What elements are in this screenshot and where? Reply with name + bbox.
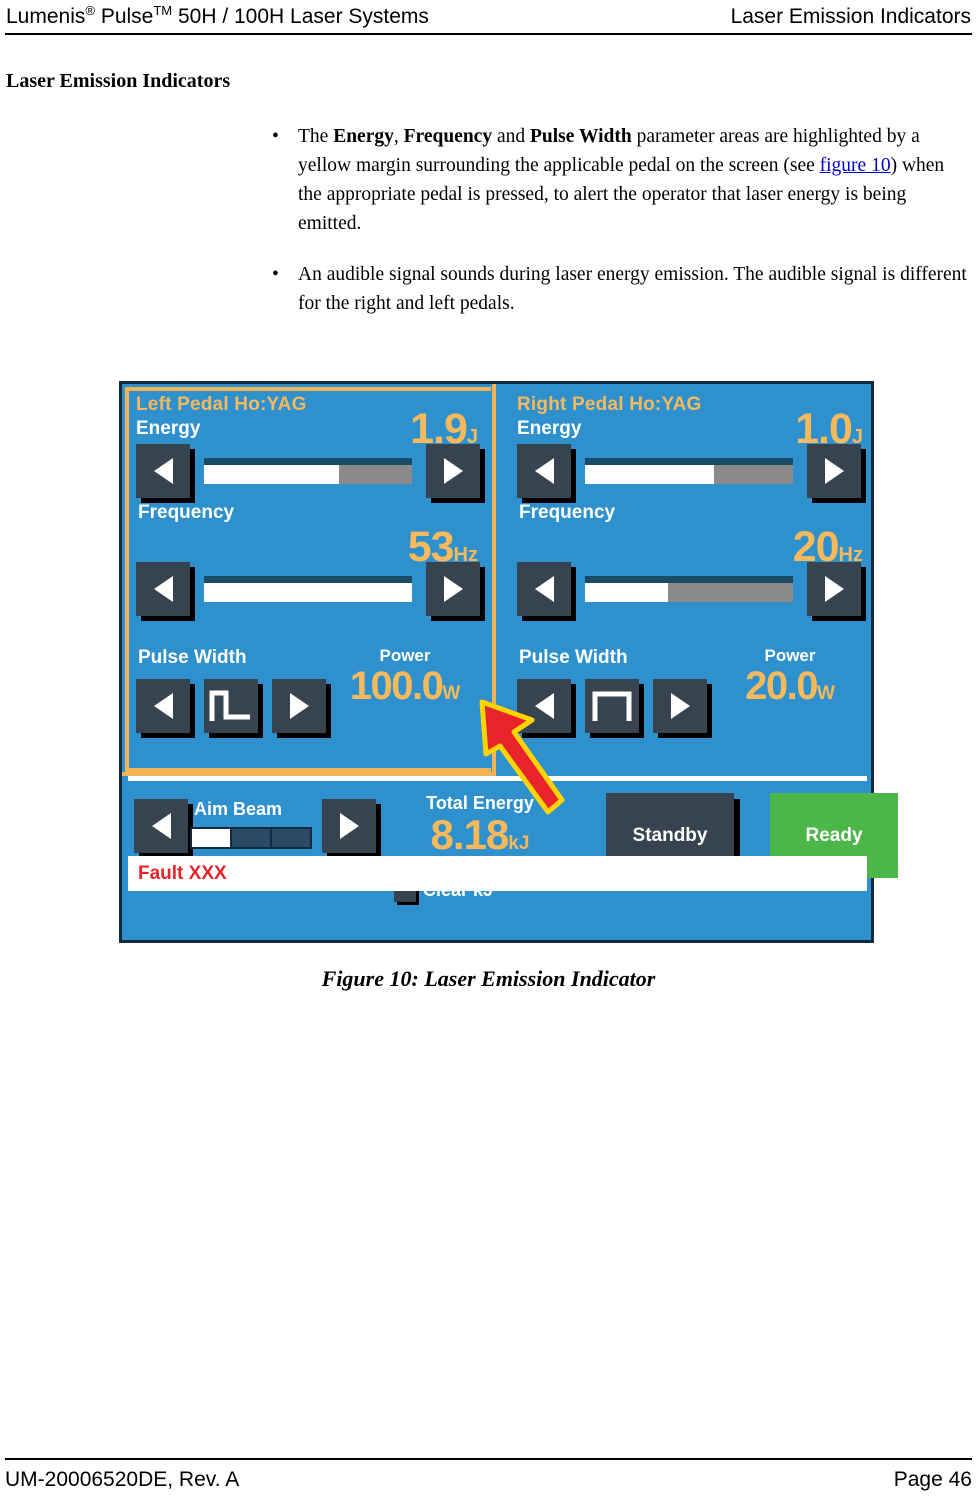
left-frequency-decrease-button[interactable] [136, 562, 190, 616]
aim-beam-label: Aim Beam [194, 799, 283, 819]
fault-status-bar: Fault XXX [128, 856, 867, 891]
bottom-control-bar: Aim Beam Total Energy 8.18kJ Clear kJ St… [122, 781, 898, 902]
right-frequency-slider-fill [585, 583, 669, 602]
right-pulse-width-decrease-button[interactable] [517, 679, 571, 733]
right-frequency-control-row [517, 562, 861, 616]
aim-beam-increase-button[interactable] [322, 799, 376, 853]
right-arrow-icon [339, 813, 359, 839]
left-frequency-control-row [136, 562, 480, 616]
right-power-unit: W [816, 683, 835, 704]
list-item: • The Energy, Frequency and Pulse Width p… [268, 122, 968, 238]
left-pulse-width-label: Pulse Width [138, 647, 247, 668]
bold-energy: Energy [333, 126, 394, 147]
narrow-pulse-waveform-icon[interactable] [204, 679, 258, 733]
product-name: Pulse [94, 5, 154, 28]
list-item: • An audible signal sounds during laser e… [268, 260, 968, 318]
bold-pulse-width: Pulse Width [530, 126, 632, 147]
page-header: Lumenis® PulseTM 50H / 100H Laser System… [0, 0, 977, 36]
right-arrow-icon [443, 458, 463, 484]
left-arrow-icon [151, 813, 171, 839]
right-frequency-increase-button[interactable] [807, 562, 861, 616]
right-power-value: 20.0 [745, 664, 818, 708]
total-energy-unit: kJ [508, 833, 530, 854]
product-models: 50H / 100H Laser Systems [172, 5, 429, 28]
left-power-readout: Power 100.0W [330, 646, 480, 715]
total-energy-value: 8.18 [430, 811, 510, 858]
bullet-text: An audible signal sounds during laser en… [298, 264, 967, 314]
bullet-list: • The Energy, Frequency and Pulse Width p… [268, 122, 968, 340]
aim-beam-decrease-button[interactable] [134, 799, 188, 853]
figure-caption: Figure 10: Laser Emission Indicator [321, 966, 656, 991]
header-rule [5, 33, 972, 35]
bullet-text-mid2: and [492, 126, 530, 147]
left-frequency-increase-button[interactable] [426, 562, 480, 616]
bullet-text-mid1: , [393, 126, 404, 147]
right-pulse-width-increase-button[interactable] [653, 679, 707, 733]
footer-rule [5, 1458, 972, 1460]
left-arrow-icon [153, 693, 173, 719]
left-arrow-icon [153, 576, 173, 602]
left-energy-slider-fill [204, 465, 340, 484]
bullet-text-pre: The [298, 126, 334, 147]
left-pulse-width-control-row [136, 679, 326, 733]
laser-control-screen: Left Pedal Ho:YAG Energy 1.9J 53Hz Frequ… [119, 381, 898, 943]
left-pedal-panel: Left Pedal Ho:YAG Energy 1.9J 53Hz Frequ… [122, 384, 496, 776]
header-title-left: Lumenis® PulseTM 50H / 100H Laser System… [6, 4, 429, 30]
brand-name: Lumenis [6, 5, 86, 28]
left-frequency-slider-fill [204, 583, 412, 602]
right-frequency-slider[interactable] [585, 576, 793, 602]
right-arrow-icon [443, 576, 463, 602]
right-energy-control-row [517, 444, 861, 498]
left-energy-control-row [136, 444, 480, 498]
left-arrow-icon [153, 458, 173, 484]
right-energy-slider-fill [585, 465, 714, 484]
right-pulse-width-control-row [517, 679, 707, 733]
right-pulse-width-label: Pulse Width [519, 647, 628, 668]
aim-beam-segment [192, 829, 230, 847]
right-energy-slider[interactable] [585, 458, 793, 484]
right-arrow-icon [824, 458, 844, 484]
right-power-label: Power [764, 646, 816, 665]
right-arrow-icon [670, 693, 690, 719]
page-footer: UM-20006520DE, Rev. A Page 46 [5, 1458, 972, 1492]
bullet-dot-icon: • [272, 126, 279, 147]
aim-beam-segment [272, 829, 310, 847]
page-number: Page 46 [893, 1468, 972, 1491]
wide-pulse-waveform-icon[interactable] [585, 679, 639, 733]
left-arrow-icon [534, 458, 554, 484]
right-pedal-panel: Right Pedal Ho:YAG Energy 1.0J 20Hz Freq… [503, 384, 877, 776]
right-arrow-icon [289, 693, 309, 719]
right-power-readout: Power 20.0W [715, 646, 865, 715]
right-energy-decrease-button[interactable] [517, 444, 571, 498]
document-number: UM-20006520DE, Rev. A [5, 1468, 240, 1491]
aim-beam-segment [232, 829, 270, 847]
left-arrow-icon [534, 576, 554, 602]
left-energy-slider[interactable] [204, 458, 412, 484]
left-energy-decrease-button[interactable] [136, 444, 190, 498]
left-frequency-label: Frequency [138, 502, 235, 523]
left-energy-increase-button[interactable] [426, 444, 480, 498]
left-pulse-width-decrease-button[interactable] [136, 679, 190, 733]
right-arrow-icon [824, 576, 844, 602]
bullet-dot-icon: • [272, 264, 279, 285]
registered-icon: ® [85, 3, 95, 18]
figure-10-crossref-link[interactable]: figure 10 [820, 155, 891, 176]
bold-frequency: Frequency [403, 126, 493, 147]
right-energy-increase-button[interactable] [807, 444, 861, 498]
status-badge: Fault XXX [138, 862, 227, 884]
right-frequency-decrease-button[interactable] [517, 562, 571, 616]
left-power-label: Power [379, 646, 431, 665]
left-power-unit: W [442, 683, 461, 704]
right-frequency-label: Frequency [519, 502, 616, 523]
left-pulse-width-increase-button[interactable] [272, 679, 326, 733]
aim-beam-level-bar[interactable] [190, 827, 312, 849]
left-frequency-slider[interactable] [204, 576, 412, 602]
header-title-right: Laser Emission Indicators [730, 5, 971, 28]
trademark-icon: TM [153, 3, 173, 18]
left-power-value: 100.0 [349, 664, 444, 708]
left-arrow-icon [534, 693, 554, 719]
page-title: Laser Emission Indicators [6, 70, 231, 92]
